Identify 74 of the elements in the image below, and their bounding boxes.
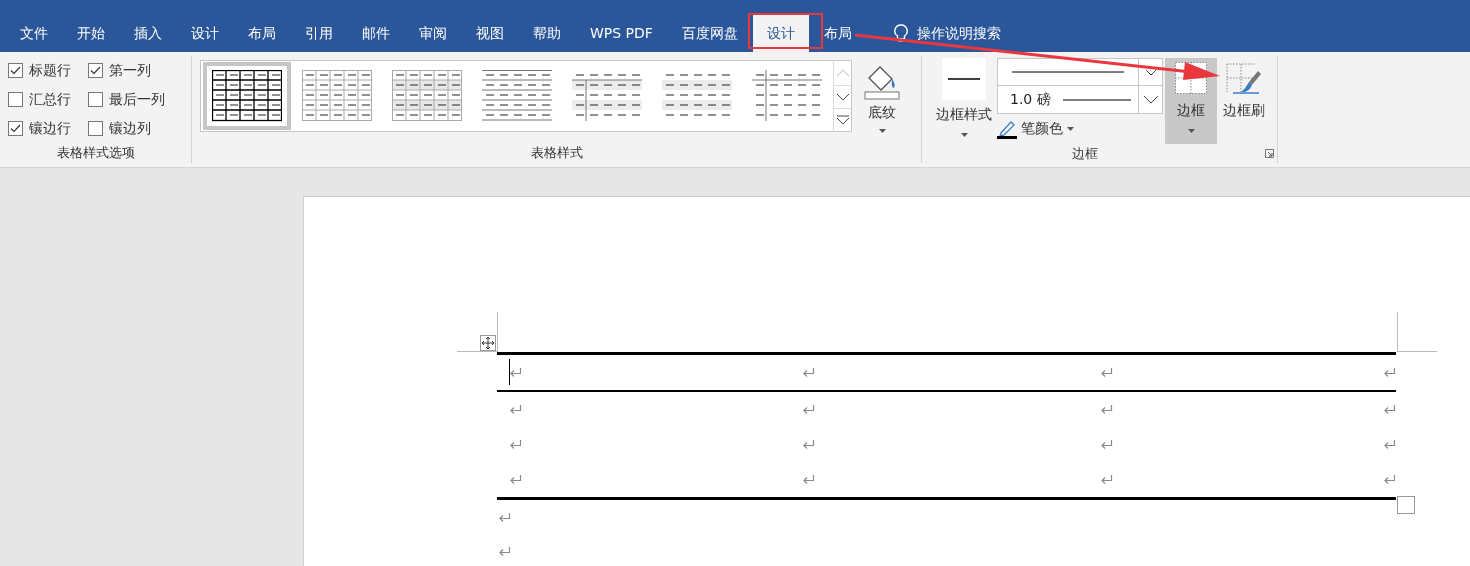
- pen-color-button[interactable]: 笔颜色: [997, 118, 1163, 139]
- paragraph-mark-icon: [802, 404, 816, 415]
- group-label: 表格样式选项: [56, 143, 135, 162]
- table-move-handle[interactable]: [480, 335, 496, 351]
- ribbon-tab[interactable]: 开始: [63, 15, 119, 52]
- chevron-down-icon: [1142, 95, 1159, 104]
- dialog-launcher-icon: [1265, 149, 1274, 159]
- ribbon-tab[interactable]: 帮助: [519, 15, 575, 52]
- chevron-down-icon: [835, 93, 850, 101]
- checkbox-label: 镶边行: [29, 119, 71, 138]
- tell-me-search[interactable]: 操作说明搜索: [916, 23, 1001, 44]
- group-label: 边框: [1072, 145, 1098, 163]
- scroll-down-button[interactable]: [834, 85, 851, 109]
- checkbox[interactable]: [8, 63, 23, 78]
- line-swatch-icon: [942, 58, 986, 100]
- ribbon-tab[interactable]: 审阅: [405, 15, 461, 52]
- paragraph-mark-icon: [498, 511, 511, 523]
- line-weight-dropdown[interactable]: 1.0 磅: [997, 86, 1163, 114]
- paragraph-mark-icon: [1383, 367, 1396, 378]
- paragraph-mark-icon: [802, 367, 816, 378]
- ribbon-tab[interactable]: 文件: [6, 15, 62, 52]
- border-styles-button[interactable]: 边框样式: [932, 58, 996, 144]
- caret-icon: [1067, 126, 1074, 131]
- paragraph-mark-icon: [509, 439, 522, 450]
- paragraph-mark-icon: [1099, 367, 1113, 378]
- ribbon-tab[interactable]: 插入: [120, 15, 176, 52]
- caret-icon: [878, 129, 886, 133]
- paragraph-mark-icon: [509, 367, 522, 378]
- ribbon-tab[interactable]: 视图: [462, 15, 518, 52]
- checkbox[interactable]: [8, 92, 23, 107]
- borders-button[interactable]: 边框: [1165, 58, 1217, 144]
- caret-icon: [960, 133, 968, 137]
- chevron-down-icon: [1144, 68, 1157, 76]
- ribbon-tab[interactable]: 引用: [291, 15, 347, 52]
- checkbox-label: 镶边列: [109, 119, 151, 138]
- ribbon-tab[interactable]: 设计: [177, 15, 233, 52]
- checkbox-label: 汇总行: [29, 90, 71, 109]
- paragraph-mark-icon: [1383, 439, 1396, 450]
- paragraph-mark-icon: [1383, 474, 1396, 485]
- shading-button[interactable]: 底纹: [860, 60, 904, 133]
- ribbon-tab[interactable]: 设计: [752, 15, 809, 52]
- caret-icon: [1187, 129, 1195, 133]
- paragraph-mark-icon: [1383, 404, 1396, 415]
- checkbox-label: 第一列: [109, 61, 151, 80]
- checkbox[interactable]: [88, 92, 103, 107]
- paragraph-mark-icon: [1099, 404, 1113, 415]
- checkbox[interactable]: [8, 121, 23, 136]
- line-style-dropdown[interactable]: [997, 58, 1163, 86]
- checkbox-label: 最后一列: [109, 90, 165, 109]
- ribbon-tab[interactable]: 布局: [809, 15, 866, 52]
- ribbon-tab[interactable]: WPS PDF: [576, 15, 667, 52]
- lightbulb-icon: [892, 23, 909, 44]
- paragraph-mark-icon: [509, 474, 522, 485]
- move-arrows-icon: [482, 337, 494, 349]
- border-painter-button[interactable]: 边框刷: [1219, 58, 1269, 144]
- paragraph-mark-icon: [802, 439, 816, 450]
- checkbox[interactable]: [88, 121, 103, 136]
- line-sample-icon: [1062, 98, 1131, 101]
- border-brush-icon: [1225, 62, 1263, 96]
- expand-gallery-icon: [835, 115, 850, 125]
- paragraph-mark-icon: [802, 474, 816, 485]
- paragraph-mark-icon: [498, 545, 511, 557]
- ribbon-tab[interactable]: 百度网盘: [667, 15, 752, 52]
- paragraph-mark-icon: [1099, 474, 1113, 485]
- paragraph-mark-icon: [1099, 439, 1113, 450]
- checkbox[interactable]: [88, 63, 103, 78]
- line-sample-icon: [1012, 71, 1124, 73]
- checkbox-label: 标题行: [29, 61, 71, 80]
- group-label: 表格样式: [530, 143, 583, 162]
- paragraph-mark-icon: [509, 404, 522, 415]
- end-of-table-marker: [1397, 496, 1415, 514]
- ribbon-tab[interactable]: 布局: [234, 15, 290, 52]
- ribbon-tab[interactable]: 邮件: [348, 15, 404, 52]
- table-style-thumbnail[interactable]: [203, 62, 291, 130]
